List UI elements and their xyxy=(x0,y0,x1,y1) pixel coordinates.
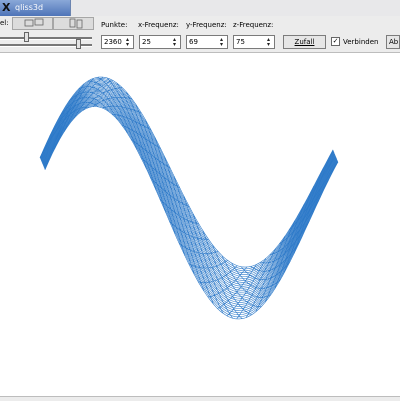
x-frequency-value: 25 xyxy=(142,38,151,46)
status-bar xyxy=(0,396,400,401)
surface-curve xyxy=(274,185,315,289)
z-frequency-value: 75 xyxy=(236,38,245,46)
points-label: Punkte: xyxy=(101,21,128,29)
rotation-label: el: xyxy=(0,19,9,27)
window-title: qliss3d xyxy=(15,3,44,12)
surface-curve xyxy=(42,95,337,299)
rotate-left-button[interactable] xyxy=(12,17,53,30)
surface-curve xyxy=(42,94,337,297)
connect-checkbox[interactable]: ✓ xyxy=(331,37,340,46)
window-tab[interactable]: X qliss3d xyxy=(0,0,71,16)
rotate-right-icon xyxy=(69,18,83,29)
about-button[interactable]: Ab xyxy=(386,35,400,49)
surface-curve xyxy=(43,101,338,311)
connect-label: Verbinden xyxy=(343,38,379,46)
plot-canvas[interactable] xyxy=(0,53,400,400)
points-spinbox[interactable]: 2360 ▴ ▾ xyxy=(101,35,134,49)
surface-curve xyxy=(43,100,338,309)
surface-curve xyxy=(44,105,339,318)
lissajous-surface xyxy=(39,76,339,320)
zoom-slider-handle[interactable] xyxy=(76,39,81,49)
x-frequency-label: x-Frequenz: xyxy=(138,21,179,29)
title-bar: X qliss3d xyxy=(0,0,400,16)
spin-arrows-icon[interactable]: ▴ ▾ xyxy=(170,37,179,48)
rotation-slider-handle[interactable] xyxy=(24,32,29,42)
rotate-right-button[interactable] xyxy=(53,17,94,30)
spin-arrows-icon[interactable]: ▴ ▾ xyxy=(217,37,226,48)
x-logo-icon: X xyxy=(2,1,11,14)
spin-arrows-icon[interactable]: ▴ ▾ xyxy=(264,37,273,48)
surface-curve xyxy=(43,98,337,305)
y-frequency-spinbox[interactable]: 69 ▴ ▾ xyxy=(186,35,228,49)
surface-curve xyxy=(43,99,338,307)
surface-curve xyxy=(43,96,337,301)
rotate-left-icon xyxy=(24,18,44,27)
y-frequency-value: 69 xyxy=(189,38,198,46)
points-value: 2360 xyxy=(104,38,122,46)
x-frequency-spinbox[interactable]: 25 ▴ ▾ xyxy=(139,35,181,49)
surface-curve xyxy=(42,91,336,291)
random-button[interactable]: Zufall xyxy=(283,35,326,49)
z-frequency-spinbox[interactable]: 75 ▴ ▾ xyxy=(233,35,275,49)
spin-arrows-icon[interactable]: ▴ ▾ xyxy=(123,37,132,48)
surface-curve xyxy=(44,103,338,314)
surface-curve xyxy=(43,97,337,303)
z-frequency-label: z-Frequenz: xyxy=(233,21,274,29)
y-frequency-label: y-Frequenz: xyxy=(186,21,227,29)
toolbar: el: Punkte: 2360 ▴ ▾ x-Frequenz: 25 ▴ ▾ y-… xyxy=(0,16,400,53)
